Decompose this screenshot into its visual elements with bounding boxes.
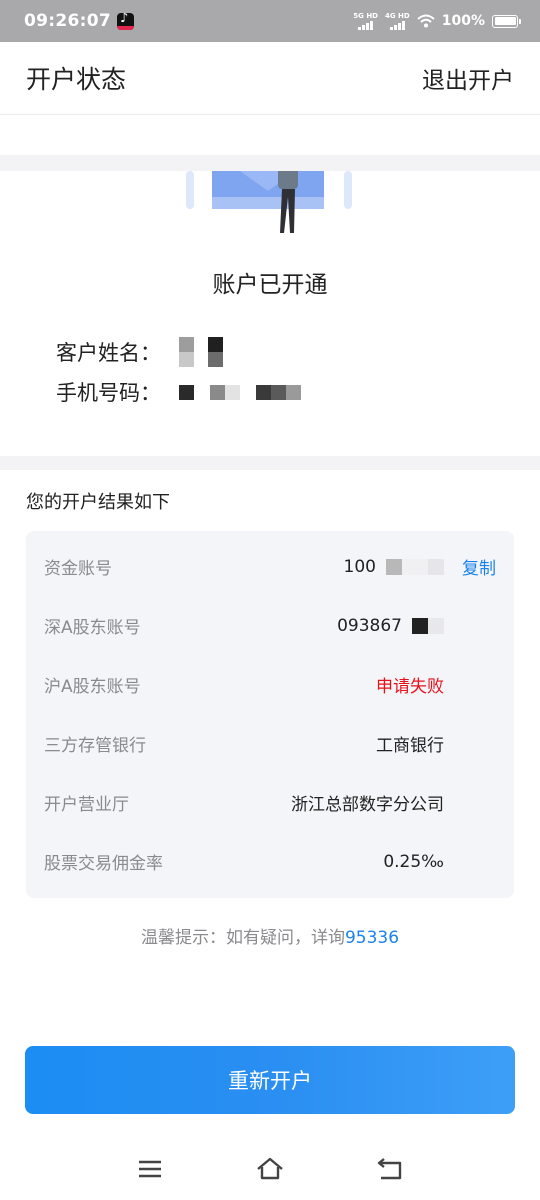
custody-bank-row: 三方存管银行 工商银行 [26, 714, 514, 773]
battery-percent: 100% [441, 13, 485, 29]
page-header: 开户状态 退出开户 [0, 42, 540, 115]
wifi-icon [417, 14, 435, 28]
customer-name-label: 客户姓名： [56, 341, 161, 365]
tiktok-icon [116, 12, 134, 30]
branch-value: 浙江总部数字分公司 [291, 795, 444, 815]
sh-a-account-label: 沪A股东账号 [44, 677, 141, 697]
status-indicators: 5G HD 4G HD 100% [353, 12, 521, 30]
home-icon[interactable] [255, 1154, 285, 1184]
system-nav-bar [0, 1140, 540, 1200]
fund-account-label: 资金账号 [44, 559, 112, 579]
network-4g-indicator: 4G HD [385, 12, 410, 30]
success-illustration [186, 171, 352, 233]
fund-account-value: 100 [344, 557, 444, 577]
result-card: 资金账号 100 复制 深A股东账号 093867 沪A股东账号 申请失败 三方… [26, 531, 514, 898]
section-divider [0, 456, 540, 470]
custody-bank-label: 三方存管银行 [44, 736, 146, 756]
phone-number-row: 手机号码： [56, 377, 301, 407]
signal-bars-icon [390, 20, 405, 30]
customer-name-row: 客户姓名： [56, 337, 223, 367]
signal-bars-icon [358, 20, 373, 30]
battery-icon [492, 14, 521, 28]
tip-message: 温馨提示：如有疑问，详询 [140, 928, 345, 948]
branch-label: 开户营业厅 [44, 795, 129, 815]
tip-text: 温馨提示：如有疑问，详询95336 [0, 923, 540, 948]
sz-a-account-row: 深A股东账号 093867 [26, 596, 514, 655]
exit-account-opening-button[interactable]: 退出开户 [422, 61, 514, 95]
copy-button[interactable]: 复制 [462, 554, 496, 579]
page-title: 开户状态 [26, 65, 127, 94]
customer-name-masked [179, 337, 223, 367]
sh-a-account-status: 申请失败 [376, 677, 444, 697]
menu-icon[interactable] [135, 1154, 165, 1184]
branch-row: 开户营业厅 浙江总部数字分公司 [26, 773, 514, 832]
result-section-title: 您的开户结果如下 [26, 492, 170, 513]
fund-account-row: 资金账号 100 复制 [26, 537, 514, 596]
status-time: 09:26:07 [24, 11, 111, 31]
commission-label: 股票交易佣金率 [44, 854, 163, 874]
sh-a-account-row: 沪A股东账号 申请失败 [26, 655, 514, 714]
account-opened-status: 账户已开通 [212, 272, 328, 298]
commission-row: 股票交易佣金率 0.25‰ [26, 832, 514, 891]
network-5g-indicator: 5G HD [353, 12, 378, 30]
phone-number-label: 手机号码： [56, 381, 161, 405]
hotline-link[interactable]: 95336 [345, 928, 399, 948]
sz-a-account-label: 深A股东账号 [44, 618, 141, 638]
section-divider [0, 155, 540, 171]
network-4g-label: 4G HD [385, 12, 410, 20]
network-5g-label: 5G HD [353, 12, 378, 20]
reopen-account-button[interactable]: 重新开户 [25, 1046, 515, 1114]
commission-value: 0.25‰ [383, 851, 444, 872]
custody-bank-value: 工商银行 [376, 736, 444, 756]
account-status-section: 账户已开通 客户姓名： 手机号码： [0, 171, 540, 456]
status-bar: 09:26:07 5G HD 4G HD 100% [0, 0, 540, 42]
sz-a-account-value: 093867 [337, 616, 444, 636]
back-icon[interactable] [375, 1154, 405, 1184]
phone-number-masked [179, 384, 301, 400]
